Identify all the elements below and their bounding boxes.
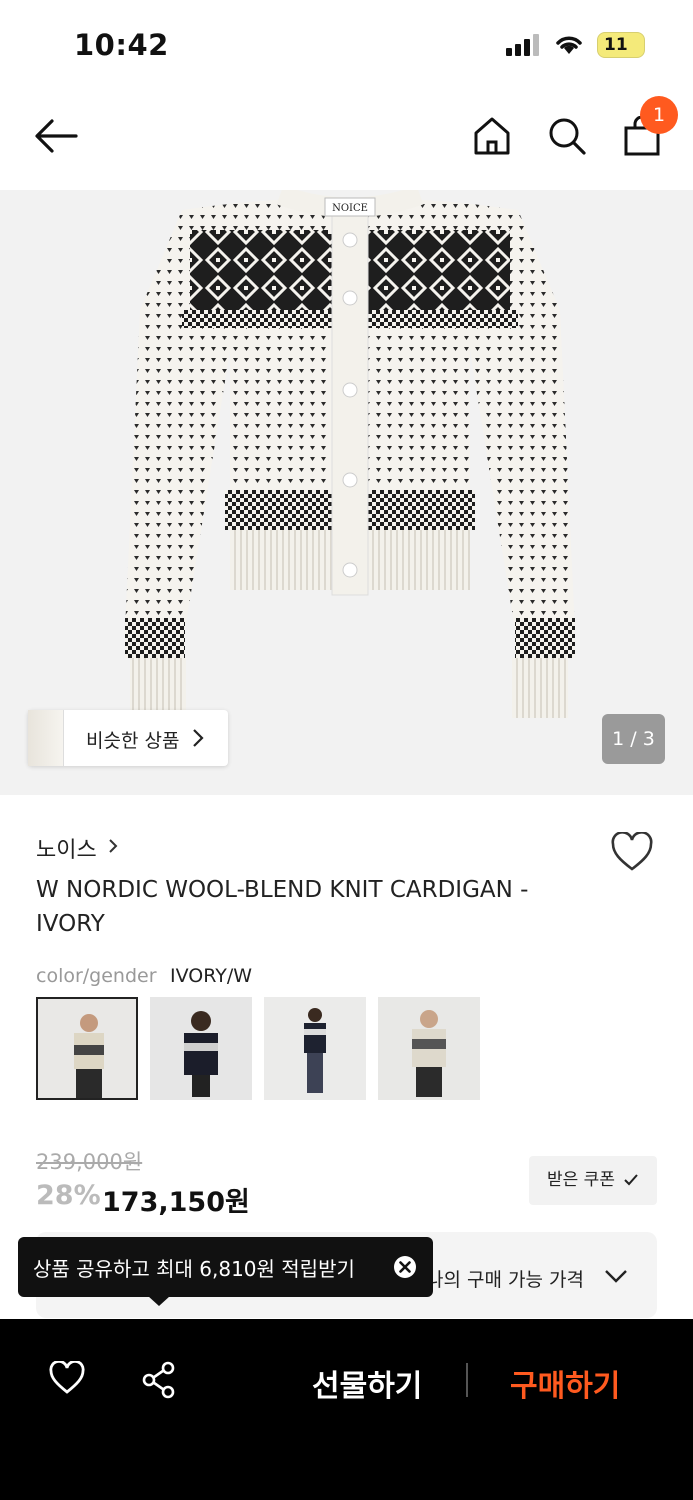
coupon-label: 받은 쿠폰 <box>547 1170 615 1190</box>
share-icon[interactable] <box>140 1361 178 1399</box>
chevron-right-icon <box>193 729 204 747</box>
top-nav: 1 <box>0 90 693 190</box>
buy-button[interactable]: 구매하기 <box>510 1361 620 1405</box>
cellular-signal-icon <box>506 34 539 56</box>
heart-icon[interactable] <box>48 1361 86 1395</box>
product-image-carousel[interactable]: NOICE 비슷한 상품 1 / 3 <box>0 190 693 795</box>
tooltip-text: 상품 공유하고 최대 6,810원 적립받기 <box>33 1257 355 1281</box>
heart-icon[interactable] <box>610 832 654 872</box>
swatch-navy-m[interactable] <box>264 997 366 1100</box>
similar-products-button[interactable]: 비슷한 상품 <box>28 710 228 766</box>
original-price: 239,000원 <box>36 1150 143 1174</box>
status-time: 10:42 <box>74 28 169 62</box>
tooltip-tail <box>148 1296 170 1306</box>
bottom-action-bar: 선물하기 구매하기 <box>0 1319 693 1500</box>
back-arrow-icon[interactable] <box>34 118 78 154</box>
sweater-label: NOICE <box>332 203 368 214</box>
swatch-ivory-w[interactable] <box>36 997 138 1100</box>
check-icon <box>624 1174 638 1186</box>
status-bar: 10:42 11 <box>0 0 693 90</box>
close-icon[interactable] <box>393 1255 417 1279</box>
wifi-icon <box>556 36 582 54</box>
battery-icon: 11 <box>597 32 645 58</box>
cart-count-badge: 1 <box>640 96 678 134</box>
home-icon[interactable] <box>473 116 511 156</box>
sale-price: 173,150원 <box>102 1187 250 1218</box>
received-coupon-button[interactable]: 받은 쿠폰 <box>529 1156 657 1205</box>
option-swatches <box>36 997 480 1100</box>
battery-level: 11 <box>604 35 628 55</box>
product-image: NOICE <box>125 190 575 718</box>
brand-link[interactable]: 노이스 <box>36 832 97 864</box>
image-counter: 1 / 3 <box>602 714 665 764</box>
chevron-down-icon <box>605 1270 627 1283</box>
gift-button[interactable]: 선물하기 <box>312 1361 422 1405</box>
discount-rate: 28% <box>36 1180 101 1211</box>
chevron-right-icon <box>109 839 118 853</box>
option-value: IVORY/W <box>170 965 253 987</box>
search-icon[interactable] <box>547 116 587 156</box>
swatch-ivory-m[interactable] <box>378 997 480 1100</box>
similar-products-label: 비슷한 상품 <box>86 730 180 752</box>
my-price-label: 나의 구매 가능 가격 <box>426 1269 584 1291</box>
swatch-navy[interactable] <box>150 997 252 1100</box>
divider <box>466 1363 468 1397</box>
product-title: W NORDIC WOOL-BLEND KNIT CARDIGAN - IVOR… <box>36 877 529 937</box>
similar-product-thumbnail <box>28 710 64 766</box>
share-reward-tooltip: 상품 공유하고 최대 6,810원 적립받기 <box>18 1237 433 1306</box>
option-label: color/gender <box>36 965 157 987</box>
